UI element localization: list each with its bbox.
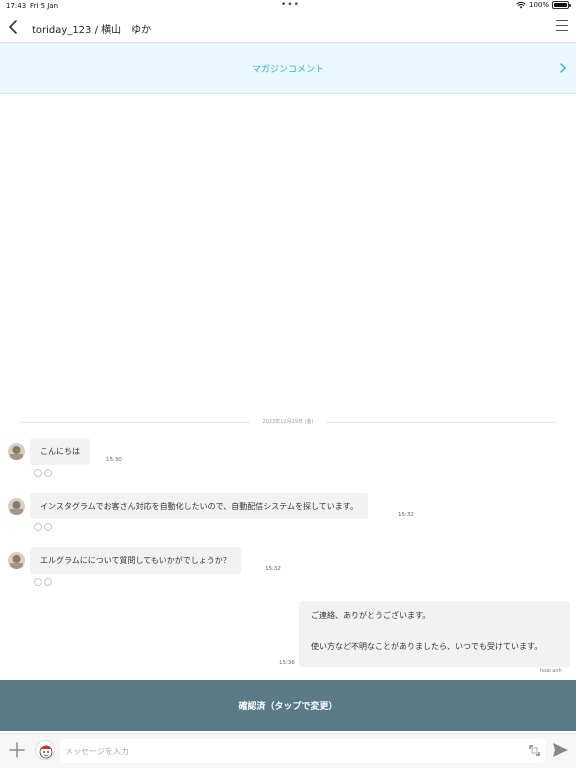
reaction-icon[interactable] [44,578,52,586]
status-date: Fri 5 Jan [30,2,59,10]
hamburger-menu-icon[interactable] [556,20,568,34]
plus-icon[interactable] [9,742,25,758]
avatar[interactable] [8,443,25,460]
avatar[interactable] [8,552,25,569]
reaction-icon[interactable] [44,523,52,531]
confirmed-status-label: 確認済（タップで変更） [238,702,338,712]
divider-line-right [326,422,556,423]
battery-icon [552,1,571,9]
message-bubble[interactable]: エルグラムにについて質問してもいかがでしょうか？ [30,547,241,574]
message-input[interactable] [60,739,546,763]
reply-time: 15:36 [279,660,295,666]
message-time: 15:30 [106,457,122,463]
reaction-icon[interactable] [34,578,42,586]
message-bubble[interactable]: こんにちは [30,438,90,465]
sender-name: hoai anh [540,668,562,674]
reaction-buttons[interactable] [34,523,52,531]
wifi-icon [516,1,526,9]
message-time: 15:32 [398,512,414,518]
date-divider: 2023年12月29日 (金) [20,418,556,426]
expand-icon[interactable] [529,745,540,756]
send-icon[interactable] [552,742,569,758]
message-bubble[interactable]: インスタグラムでお客さん対応を自動化したいので、自動配信システムを探しています。 [30,493,368,519]
reaction-icon[interactable] [34,523,42,531]
magazine-comment-label: マガジンコメント [251,65,324,75]
reply-bubble[interactable]: ご連絡、ありがとうございます。 使い方など不明なことがありましたら、いつでも受け… [299,601,570,667]
avatar[interactable] [8,498,25,515]
stamp-icon[interactable] [35,740,55,760]
reaction-icon[interactable] [34,469,42,477]
confirmed-status-button[interactable]: 確認済（タップで変更） [0,680,576,731]
magazine-comment-bar[interactable]: マガジンコメント [0,43,576,94]
back-chevron-icon[interactable] [6,18,20,36]
reply-line-1: ご連絡、ありがとうございます。 [311,611,431,620]
chat-title: toriday_123 / 横山 ゆか [32,25,152,36]
status-right: 100% [516,1,571,9]
battery-percent: 100% [528,1,549,9]
status-bar: 17:43 Fri 5 Jan ••• 100% [0,0,576,12]
message-composer [0,733,576,768]
reaction-buttons[interactable] [34,469,52,477]
multitasking-dots[interactable]: ••• [281,0,300,10]
chevron-right-icon [560,63,566,73]
message-time: 15:32 [265,566,281,572]
reaction-icon[interactable] [44,469,52,477]
message-text: インスタグラムでお客さん対応を自動化したいので、自動配信システムを探しています。 [40,501,358,511]
status-time: 17:43 [6,2,27,10]
reply-line-2: 使い方など不明なことがありましたら、いつでも受けています。 [311,642,543,651]
message-text: こんにちは [40,447,80,456]
nav-bar: toriday_123 / 横山 ゆか [0,12,576,43]
message-text: エルグラムにについて質問してもいかがでしょうか？ [40,556,231,565]
reaction-buttons[interactable] [34,578,52,586]
